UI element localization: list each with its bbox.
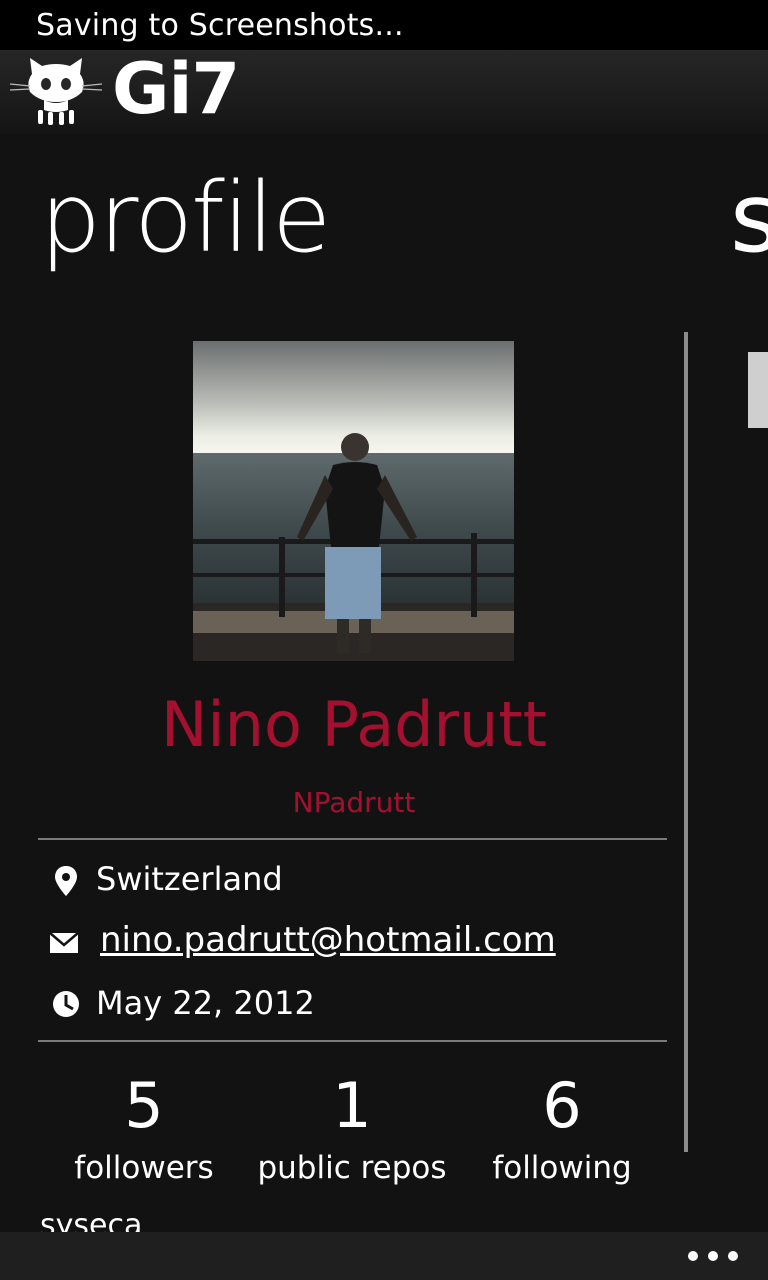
divider-top xyxy=(38,838,667,840)
stat-value: 5 xyxy=(124,1069,164,1142)
avatar xyxy=(193,341,514,661)
joined-date: May 22, 2012 xyxy=(96,984,315,1022)
stat-label: followers xyxy=(74,1150,214,1187)
stat-label: following xyxy=(492,1150,632,1187)
status-text: Saving to Screenshots... xyxy=(36,8,404,43)
pivot-header-profile[interactable]: profile xyxy=(40,162,331,274)
stat-following[interactable]: 6 following xyxy=(452,1069,672,1187)
username: NPadrutt xyxy=(292,786,416,819)
location-pin-icon xyxy=(55,866,77,896)
location-text: Switzerland xyxy=(96,860,283,898)
dot xyxy=(688,1251,698,1261)
dot xyxy=(708,1251,718,1261)
divider-bottom xyxy=(38,1040,667,1042)
octocat-icon xyxy=(9,58,103,125)
pivot-header-next[interactable]: s xyxy=(730,162,768,274)
stat-public-repos[interactable]: 1 public repos xyxy=(242,1069,462,1187)
full-name: Nino Padrutt xyxy=(161,688,547,761)
email-icon xyxy=(49,932,79,953)
ellipsis-icon[interactable] xyxy=(688,1242,738,1270)
status-bar: Saving to Screenshots... xyxy=(0,0,768,50)
stat-value: 6 xyxy=(542,1069,582,1142)
stat-value: 1 xyxy=(332,1069,372,1142)
dot xyxy=(728,1251,738,1261)
stat-label: public repos xyxy=(257,1150,447,1187)
app-bar xyxy=(0,1232,768,1280)
app-header: Gi7 xyxy=(0,48,768,134)
next-panel-peek xyxy=(748,352,768,428)
stat-followers[interactable]: 5 followers xyxy=(34,1069,254,1187)
clock-icon xyxy=(53,991,79,1017)
app-title: Gi7 xyxy=(112,48,240,130)
email-link[interactable]: nino.padrutt@hotmail.com xyxy=(100,920,556,960)
